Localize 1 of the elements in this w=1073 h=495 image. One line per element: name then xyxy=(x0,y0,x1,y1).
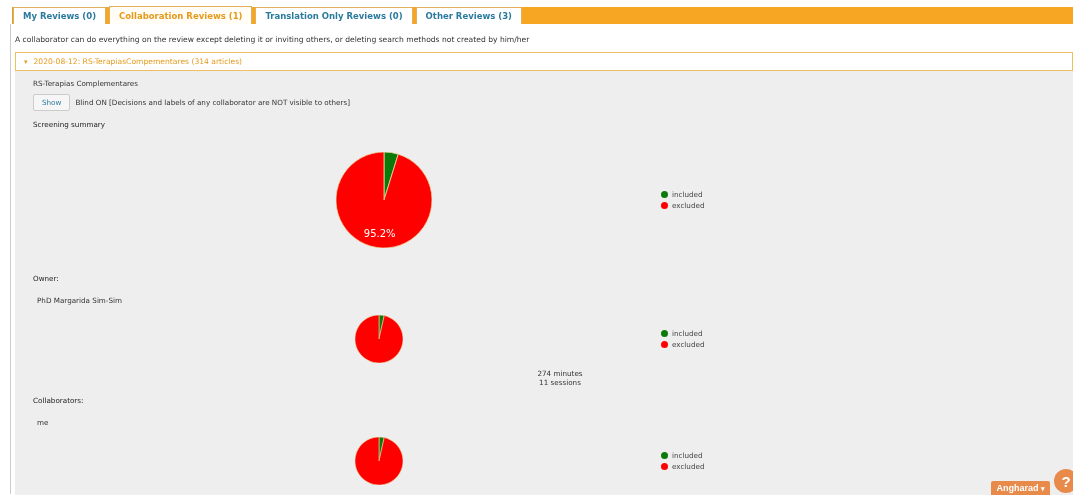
data-label: 95.2% xyxy=(363,228,396,240)
